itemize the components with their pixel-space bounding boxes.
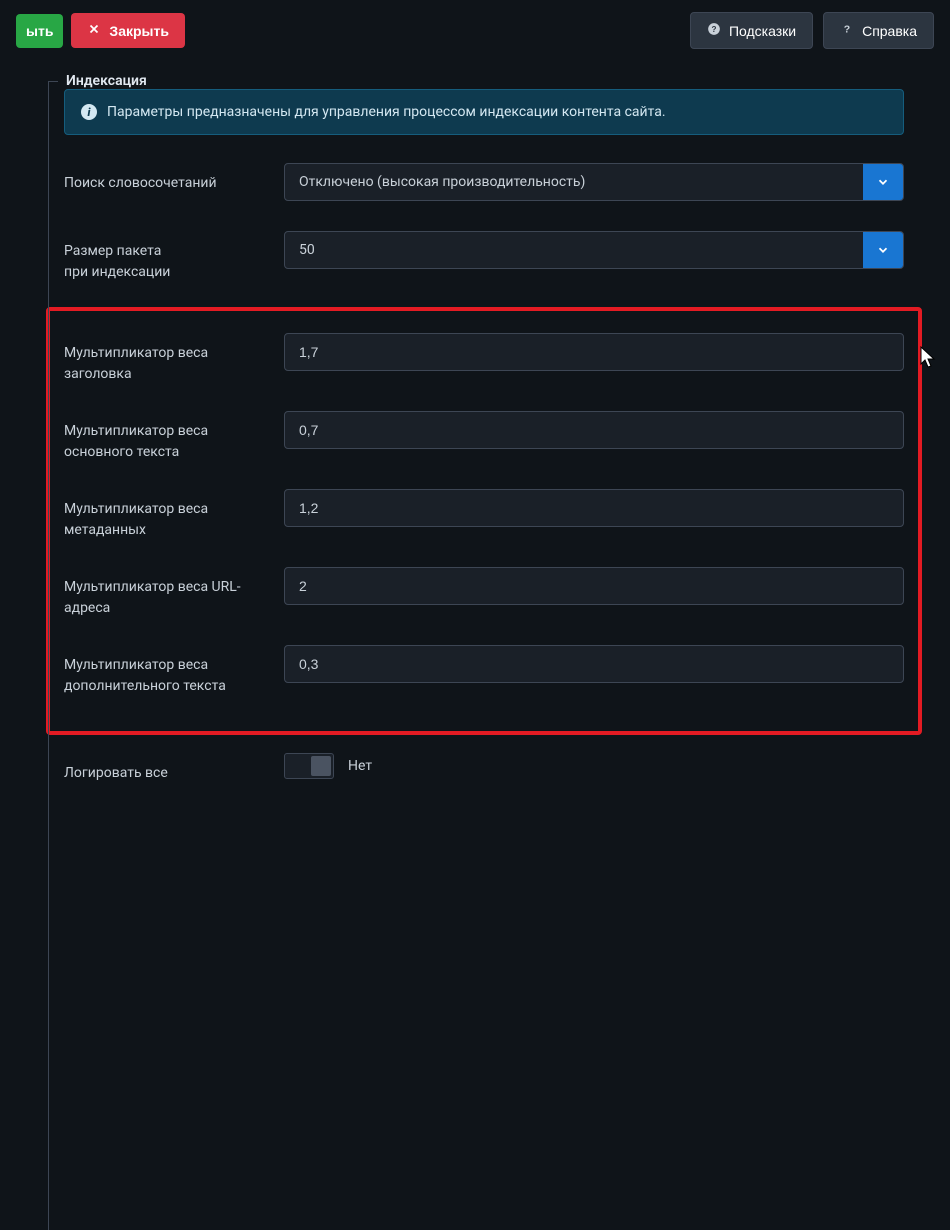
svg-text:?: ? bbox=[844, 24, 850, 36]
mult-url-label: Мультипликатор веса URL-адреса bbox=[64, 567, 264, 619]
mult-title-label: Мультипликатор веса заголовка bbox=[64, 333, 264, 385]
chevron-down-icon bbox=[863, 164, 903, 200]
mult-extra-label: Мультипликатор веса дополнительного текс… bbox=[64, 645, 264, 697]
svg-text:?: ? bbox=[711, 25, 716, 34]
info-panel: i Параметры предназначены для управления… bbox=[64, 89, 904, 135]
info-text: Параметры предназначены для управления п… bbox=[107, 104, 666, 120]
log-all-label: Логировать все bbox=[64, 753, 264, 784]
close-button[interactable]: Закрыть bbox=[71, 13, 185, 48]
hints-button-label: Подсказки bbox=[729, 23, 796, 39]
phrase-search-value: Отключено (высокая производительность) bbox=[285, 164, 863, 200]
highlight-box: Мультипликатор веса заголовка Мультиплик… bbox=[46, 307, 922, 735]
mult-body-label: Мультипликатор веса основного текста bbox=[64, 411, 264, 463]
fieldset-legend: Индексация bbox=[62, 73, 151, 89]
batch-size-value: 50 bbox=[285, 232, 863, 268]
help-button-label: Справка bbox=[862, 23, 917, 39]
batch-size-label: Размер пакета при индексации bbox=[64, 231, 264, 283]
help-button[interactable]: ? Справка bbox=[823, 12, 934, 49]
phrase-search-select[interactable]: Отключено (высокая производительность) bbox=[284, 163, 904, 201]
mult-title-input[interactable] bbox=[284, 333, 904, 371]
close-button-label: Закрыть bbox=[109, 23, 169, 39]
top-toolbar: ыть Закрыть ? Подсказки ? Справка bbox=[0, 0, 950, 61]
close-icon bbox=[87, 22, 101, 39]
question-icon: ? bbox=[840, 22, 854, 39]
info-icon: i bbox=[81, 104, 97, 120]
mult-meta-input[interactable] bbox=[284, 489, 904, 527]
log-all-state: Нет bbox=[348, 758, 372, 774]
mult-body-input[interactable] bbox=[284, 411, 904, 449]
toggle-handle bbox=[311, 756, 331, 776]
chevron-down-icon bbox=[863, 232, 903, 268]
phrase-search-label: Поиск словосочетаний bbox=[64, 163, 264, 194]
batch-size-select[interactable]: 50 bbox=[284, 231, 904, 269]
log-all-toggle[interactable] bbox=[284, 753, 334, 779]
mult-extra-input[interactable] bbox=[284, 645, 904, 683]
hints-button[interactable]: ? Подсказки bbox=[690, 12, 813, 49]
mult-meta-label: Мультипликатор веса метаданных bbox=[64, 489, 264, 541]
mult-url-input[interactable] bbox=[284, 567, 904, 605]
save-button-label: ыть bbox=[26, 23, 53, 39]
save-button[interactable]: ыть bbox=[16, 14, 63, 48]
indexing-fieldset: Индексация i Параметры предназначены для… bbox=[48, 69, 920, 830]
question-circle-icon: ? bbox=[707, 22, 721, 39]
